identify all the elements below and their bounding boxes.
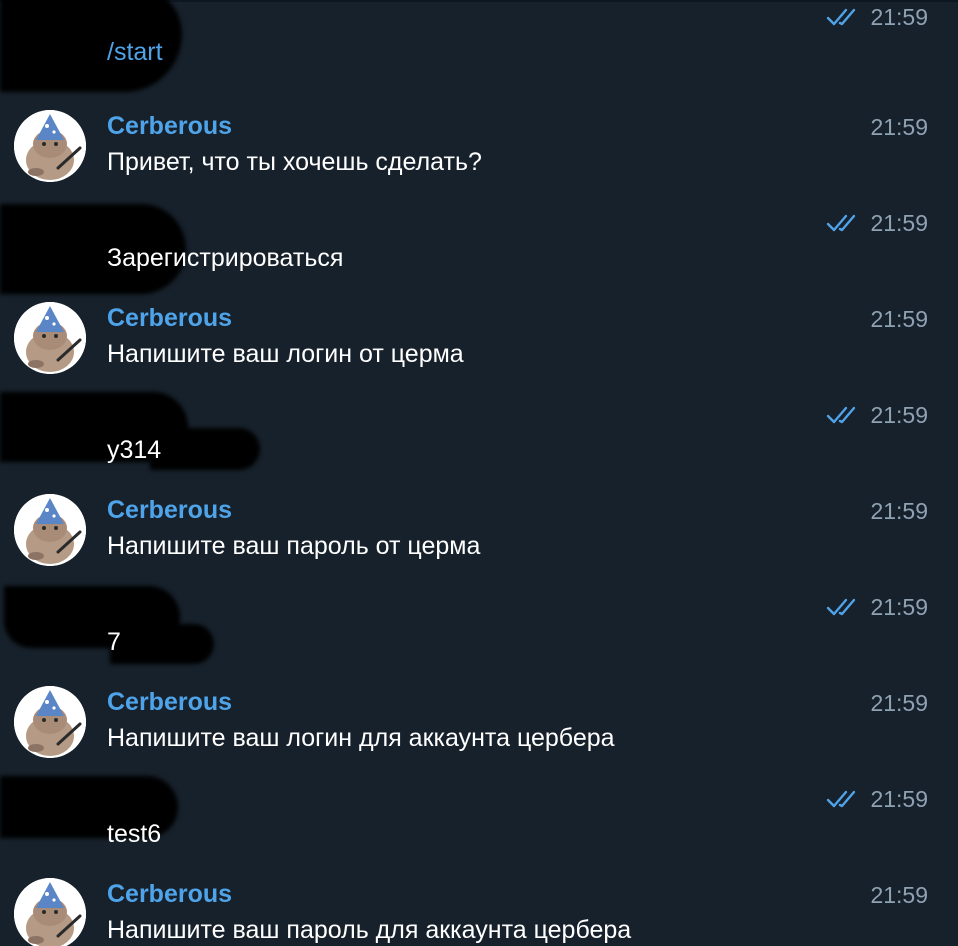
message-time: 21:59 [870, 210, 928, 236]
message-outgoing[interactable]: test6 21:59 [0, 768, 958, 864]
redaction-block [150, 428, 260, 470]
double-check-icon [826, 214, 856, 232]
message-time: 21:59 [870, 594, 928, 620]
chat-history[interactable]: /start 21:59 Cerberous Привет, что ты хо [0, 0, 958, 946]
message-incoming[interactable]: Cerberous Привет, что ты хочешь сделать?… [0, 96, 958, 192]
sender-name[interactable]: Cerberous [107, 112, 232, 141]
message-time: 21:59 [870, 402, 928, 428]
message-text: 7 [107, 628, 121, 656]
sender-name[interactable]: Cerberous [107, 688, 232, 717]
message-time: 21:59 [870, 306, 928, 332]
message-time: 21:59 [870, 882, 928, 908]
message-time: 21:59 [870, 498, 928, 524]
message-time: 21:59 [870, 114, 928, 140]
wizard-cat-avatar[interactable] [14, 878, 86, 946]
message-outgoing[interactable]: /start 21:59 [0, 0, 958, 92]
wizard-cat-avatar[interactable] [14, 494, 86, 566]
wizard-cat-avatar[interactable] [14, 302, 86, 374]
sender-name[interactable]: Cerberous [107, 880, 232, 909]
message-text: Привет, что ты хочешь сделать? [107, 148, 482, 176]
message-time: 21:59 [870, 786, 928, 812]
message-incoming[interactable]: Cerberous Напишите ваш пароль от церма 2… [0, 480, 958, 576]
message-text: Напишите ваш пароль от церма [107, 532, 481, 560]
redaction-block [110, 624, 214, 664]
message-text: Напишите ваш логин от церма [107, 340, 464, 368]
double-check-icon [826, 8, 856, 26]
wizard-cat-avatar[interactable] [14, 110, 86, 182]
double-check-icon [826, 790, 856, 808]
command-link[interactable]: /start [107, 38, 163, 67]
message-time: 21:59 [870, 690, 928, 716]
message-text: Напишите ваш логин для аккаунта цербера [107, 724, 615, 752]
message-incoming[interactable]: Cerberous Напишите ваш логин от церма 21… [0, 288, 958, 384]
sender-name[interactable]: Cerberous [107, 304, 232, 333]
message-time: 21:59 [870, 4, 928, 30]
wizard-cat-avatar[interactable] [14, 686, 86, 758]
message-text: Зарегистрироваться [107, 244, 344, 272]
message-incoming[interactable]: Cerberous Напишите ваш пароль для аккаун… [0, 864, 958, 946]
message-text: y314 [107, 436, 162, 464]
double-check-icon [826, 598, 856, 616]
message-text: Напишите ваш пароль для аккаунта цербера [107, 916, 632, 944]
message-outgoing[interactable]: y314 21:59 [0, 384, 958, 480]
message-outgoing[interactable]: 7 21:59 [0, 576, 958, 672]
sender-name[interactable]: Cerberous [107, 496, 232, 525]
double-check-icon [826, 406, 856, 424]
message-outgoing[interactable]: Зарегистрироваться 21:59 [0, 192, 958, 294]
message-text: test6 [107, 820, 162, 848]
message-incoming[interactable]: Cerberous Напишите ваш логин для аккаунт… [0, 672, 958, 768]
